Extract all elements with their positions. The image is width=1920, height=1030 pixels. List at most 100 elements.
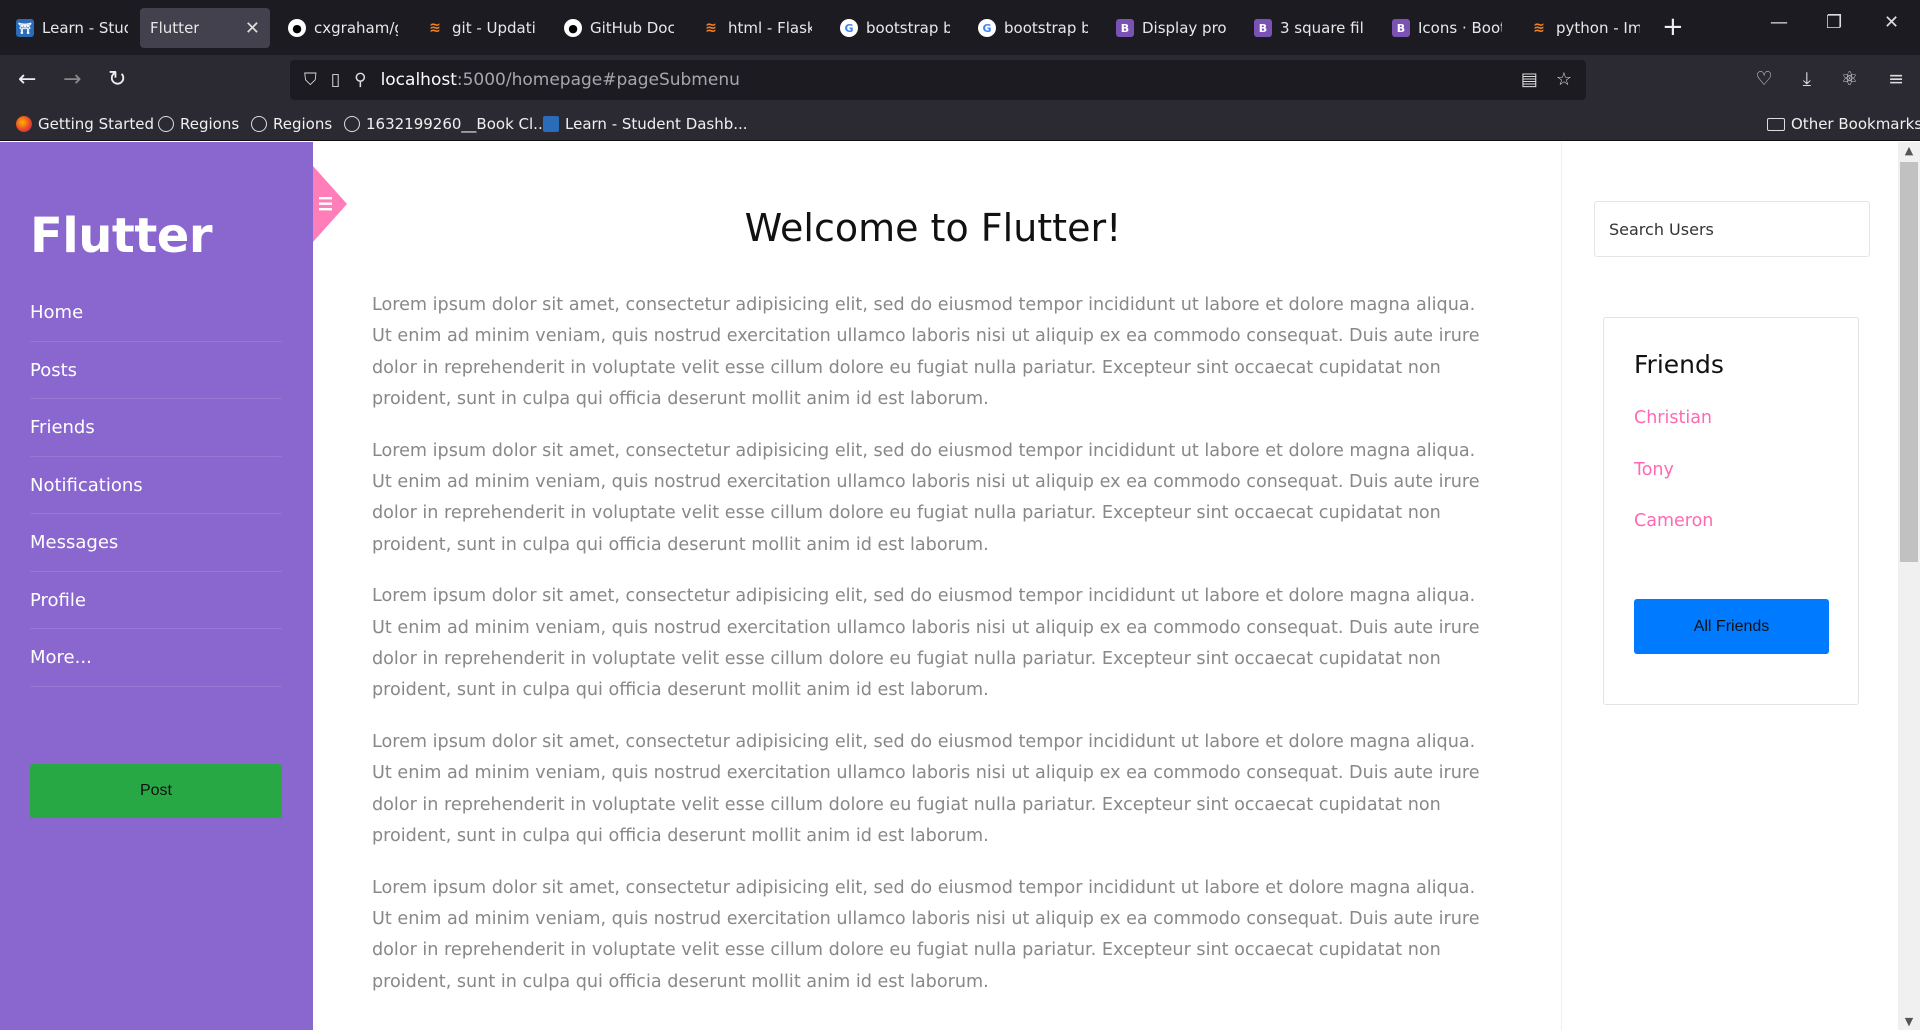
- bookmark-regions-2[interactable]: Regions: [251, 115, 332, 133]
- tab-bootstrap-2[interactable]: G bootstrap bc: [968, 8, 1098, 48]
- tab-title: bootstrap bc: [1004, 19, 1088, 37]
- stackoverflow-icon: ≋: [1533, 20, 1545, 36]
- new-tab-icon[interactable]: +: [1662, 12, 1684, 42]
- body-paragraph: Lorem ipsum dolor sit amet, consectetur …: [372, 295, 1480, 409]
- learn-icon: ⛩: [16, 19, 34, 37]
- close-window-icon[interactable]: ✕: [1884, 12, 1899, 33]
- sidebar-item-posts[interactable]: Posts: [30, 342, 282, 399]
- pocket-icon[interactable]: ♡: [1756, 68, 1773, 90]
- all-friends-button[interactable]: All Friends: [1634, 599, 1829, 654]
- tab-square-fill[interactable]: B 3 square fill: [1244, 8, 1374, 48]
- sidebar-item-home[interactable]: Home: [30, 284, 282, 342]
- search-users-input[interactable]: [1594, 201, 1870, 257]
- bootstrap-icon: B: [1392, 19, 1410, 37]
- friend-link-cameron[interactable]: Cameron: [1634, 511, 1713, 531]
- body-paragraph: Lorem ipsum dolor sit amet, consectetur …: [372, 440, 1480, 555]
- friends-card: Friends Christian Tony Cameron All Frien…: [1603, 317, 1859, 705]
- tab-icons-bootstrap[interactable]: B Icons · Boots: [1382, 8, 1512, 48]
- tab-title: html - Flask: [728, 19, 812, 37]
- url-bar[interactable]: ⛉ ▯ ⚲ localhost:5000/homepage#pageSubmen…: [290, 60, 1586, 100]
- menu-icon[interactable]: ≡: [1888, 68, 1904, 90]
- sidebar-toggle-button[interactable]: [313, 166, 347, 242]
- google-icon: G: [840, 19, 858, 37]
- downloads-icon[interactable]: ⤓: [1803, 68, 1811, 90]
- folder-icon: [1767, 117, 1785, 131]
- globe-icon: [251, 116, 267, 132]
- sidebar-menu: Home Posts Friends Notifications Message…: [30, 284, 282, 687]
- friends-title: Friends: [1634, 350, 1724, 379]
- paragraph-list: Lorem ipsum dolor sit amet, consectetur …: [372, 290, 1494, 1018]
- body-paragraph: Lorem ipsum dolor sit amet, consectetur …: [372, 732, 1480, 846]
- scroll-down-icon[interactable]: ▼: [1902, 1015, 1916, 1028]
- tab-bootstrap-1[interactable]: G bootstrap bc: [830, 8, 960, 48]
- sidebar-item-notifications[interactable]: Notifications: [30, 457, 282, 514]
- url-text[interactable]: localhost:5000/homepage#pageSubmenu: [381, 70, 740, 90]
- sidebar-item-messages[interactable]: Messages: [30, 514, 282, 572]
- bookmark-label: Learn - Student Dashb...: [565, 115, 748, 133]
- scroll-up-icon[interactable]: ▲: [1902, 144, 1916, 157]
- github-icon: ●: [564, 19, 582, 37]
- sidebar-toggle-shape: [313, 166, 347, 242]
- minimize-icon[interactable]: —: [1770, 12, 1788, 33]
- sidebar-item-friends[interactable]: Friends: [30, 399, 282, 457]
- tab-learn[interactable]: ⛩ Learn - Stude: [6, 8, 138, 48]
- forward-icon[interactable]: →: [63, 67, 81, 92]
- restore-icon[interactable]: ❐: [1826, 12, 1842, 33]
- shield-icon[interactable]: ⛉: [304, 70, 317, 90]
- tab-title: bootstrap bc: [866, 19, 950, 37]
- globe-icon: [344, 116, 360, 132]
- page-scrollbar[interactable]: ▲ ▼: [1898, 142, 1920, 1030]
- friend-link-tony[interactable]: Tony: [1634, 460, 1674, 480]
- reader-view-icon[interactable]: ▤: [1521, 69, 1538, 90]
- tab-title: python - Imp: [1556, 19, 1640, 37]
- tab-title: cxgraham/gr: [314, 19, 398, 37]
- other-bookmarks-label: Other Bookmarks: [1791, 115, 1920, 133]
- tab-github[interactable]: ● cxgraham/gr: [278, 8, 408, 48]
- page-title: Welcome to Flutter!: [744, 206, 1122, 250]
- other-bookmarks[interactable]: Other Bookmarks: [1767, 115, 1920, 133]
- sidebar: Flutter Home Posts Friends Notifications…: [0, 142, 313, 1030]
- friend-link-christian[interactable]: Christian: [1634, 408, 1712, 428]
- tab-python[interactable]: ≋ python - Imp: [1520, 8, 1650, 48]
- bookmark-label: Regions: [180, 115, 240, 133]
- bookmarks-bar: Getting Started Regions Regions 16321992…: [0, 107, 1920, 141]
- bookmark-book[interactable]: 1632199260__Book Cl...: [344, 115, 547, 133]
- tab-flutter[interactable]: Flutter ✕: [140, 8, 270, 48]
- tab-title: git - Updatin: [452, 19, 536, 37]
- stackoverflow-icon: ≋: [705, 20, 717, 36]
- scrollbar-thumb[interactable]: [1900, 162, 1918, 562]
- tab-display-prop[interactable]: B Display prop: [1106, 8, 1236, 48]
- tab-title: 3 square fill: [1280, 19, 1364, 37]
- browser-tab-bar: ⛩ Learn - Stude Flutter ✕ ● cxgraham/gr …: [0, 0, 1920, 55]
- bookmark-learn[interactable]: Learn - Student Dashb...: [543, 115, 748, 133]
- learn-icon: [543, 116, 559, 132]
- permissions-icon[interactable]: ⚲: [354, 70, 366, 90]
- brand-logo[interactable]: Flutter: [30, 208, 213, 264]
- tab-html-flask[interactable]: ≋ html - Flask: [692, 8, 822, 48]
- sidebar-item-profile[interactable]: Profile: [30, 572, 282, 629]
- right-panel-divider: [1561, 142, 1562, 1030]
- bookmark-getting-started[interactable]: Getting Started: [16, 115, 154, 133]
- reload-icon[interactable]: ↻: [108, 67, 126, 92]
- page: Flutter Home Posts Friends Notifications…: [0, 142, 1920, 1030]
- sidebar-item-more[interactable]: More...: [30, 629, 282, 687]
- tab-title: Icons · Boots: [1418, 19, 1502, 37]
- firefox-icon: [16, 116, 32, 132]
- close-tab-icon[interactable]: ✕: [245, 18, 260, 39]
- url-host: localhost: [380, 70, 457, 90]
- page-icon[interactable]: ▯: [331, 70, 340, 90]
- tab-title: Flutter: [150, 19, 200, 37]
- post-button[interactable]: Post: [30, 764, 282, 818]
- bookmark-regions[interactable]: Regions: [158, 115, 239, 133]
- back-icon[interactable]: ←: [18, 67, 36, 92]
- url-path: :5000/homepage#pageSubmenu: [456, 70, 740, 90]
- tab-git[interactable]: ≋ git - Updatin: [416, 8, 546, 48]
- body-paragraph: Lorem ipsum dolor sit amet, consectetur …: [372, 877, 1480, 992]
- tab-github-docs[interactable]: ● GitHub Docu: [554, 8, 684, 48]
- extension-react-icon[interactable]: ⚛: [1841, 68, 1858, 90]
- body-paragraph: Lorem ipsum dolor sit amet, consectetur …: [372, 586, 1480, 701]
- bootstrap-icon: B: [1116, 19, 1134, 37]
- bookmark-label: 1632199260__Book Cl...: [366, 115, 548, 133]
- bookmark-star-icon[interactable]: ☆: [1556, 69, 1572, 90]
- tab-title: Display prop: [1142, 19, 1226, 37]
